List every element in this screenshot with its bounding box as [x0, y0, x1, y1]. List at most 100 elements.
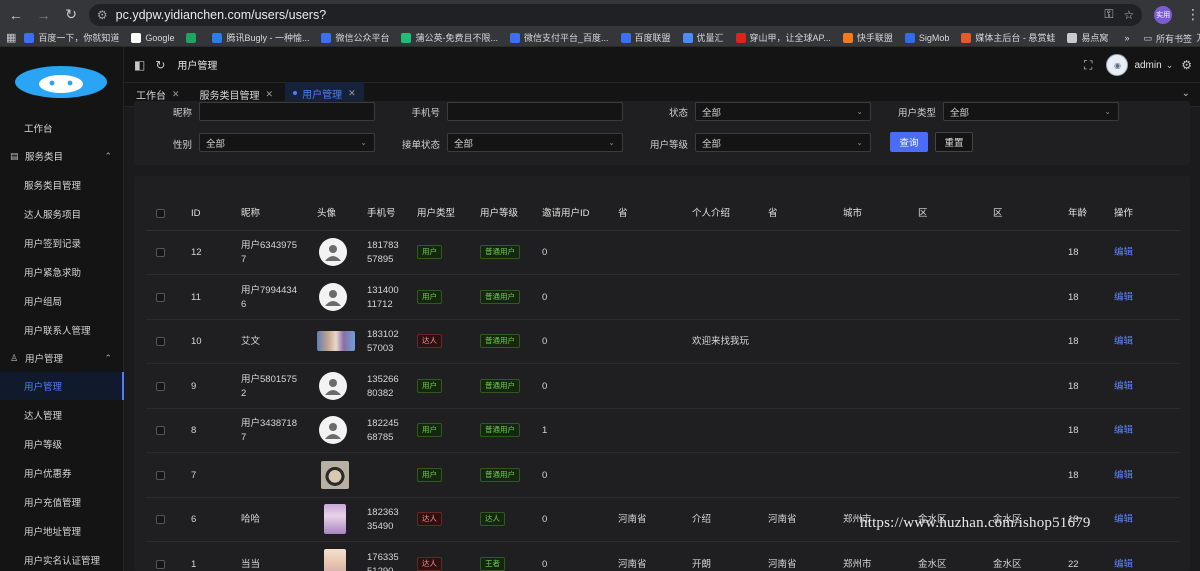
bookmark-item[interactable]: 腾讯Bugly - 一种愉... — [212, 31, 309, 44]
sidebar-item-11[interactable]: 用户等级 — [0, 430, 124, 458]
bookmark-favicon-icon — [904, 32, 915, 43]
fullscreen-icon[interactable]: ⛶ — [1084, 58, 1092, 73]
address-bar[interactable]: ⚙ pc.ydpw.yidianchen.com/users/users? ⚿ … — [88, 3, 1143, 26]
column-header: 区 — [918, 208, 928, 219]
cell-invite-id: 0 — [542, 514, 548, 525]
all-bookmarks-label[interactable]: 所有书签 — [1156, 32, 1192, 45]
back-icon[interactable]: ← — [4, 3, 28, 27]
row-checkbox[interactable] — [156, 292, 165, 302]
edit-link[interactable]: 编辑 — [1114, 424, 1133, 438]
cell-id: 9 — [191, 380, 197, 392]
bookmark-item[interactable]: 快手联盟 — [842, 31, 893, 44]
close-icon[interactable]: ✕ — [266, 89, 274, 100]
close-icon[interactable]: ✕ — [348, 88, 356, 99]
chevron-down-icon[interactable]: ⌄ — [1166, 60, 1174, 71]
key-icon[interactable]: ⚿ — [1104, 7, 1113, 22]
collapse-sidebar-icon[interactable]: ◧ — [134, 58, 145, 72]
bookmark-favicon-icon — [620, 32, 631, 43]
star-icon[interactable]: ☆ — [1124, 8, 1135, 22]
url-text[interactable]: pc.ydpw.yidianchen.com/users/users? — [116, 8, 1095, 22]
bookmark-item[interactable]: 微信公众平台 — [321, 31, 389, 44]
sidebar-item-6[interactable]: 用户组局 — [0, 287, 124, 315]
cell-phone: 131400 — [367, 284, 399, 296]
cell-id: 8 — [191, 425, 197, 436]
user-level-select[interactable]: 全部 ⌄ — [695, 133, 871, 152]
cell-invite-id: 0 — [542, 380, 548, 392]
reload-icon[interactable]: ↻ — [59, 3, 83, 27]
sidebar-item-7[interactable]: 用户联系人管理 — [0, 316, 124, 344]
chevron-down-icon: ⌄ — [856, 107, 863, 116]
bookmarks-right: » ▭ 所有书签 — [1116, 29, 1192, 46]
sidebar-item-2[interactable]: 服务类目管理 — [0, 171, 124, 199]
bookmark-item[interactable]: 百度联盟 — [620, 31, 671, 44]
sidebar-item-3[interactable]: 达人服务项目 — [0, 200, 124, 228]
accept-status-value: 全部 — [454, 138, 474, 150]
avatar[interactable]: ◉ — [1106, 54, 1129, 76]
edit-link[interactable]: 编辑 — [1114, 380, 1133, 394]
profile-avatar[interactable]: 实用 — [1154, 5, 1173, 24]
cell-phone-cont: 80382 — [367, 387, 394, 399]
reset-button[interactable]: 重置 — [935, 132, 973, 152]
sidebar-item-10[interactable]: 达人管理 — [0, 401, 124, 429]
forward-icon[interactable]: → — [32, 3, 56, 27]
column-header: 用户类型 — [417, 208, 456, 219]
edit-link[interactable]: 编辑 — [1114, 558, 1133, 571]
sidebar-item-9[interactable]: 用户管理 — [0, 372, 124, 400]
apps-icon[interactable]: ▦ — [6, 31, 16, 44]
cell-id: 12 — [191, 247, 202, 258]
sidebar-item-0[interactable]: 工作台 — [0, 114, 124, 142]
row-checkbox[interactable] — [156, 470, 165, 480]
gender-select[interactable]: 全部 ⌄ — [199, 133, 375, 152]
sidebar-item-4[interactable]: 用户签到记录 — [0, 229, 124, 257]
query-button[interactable]: 查询 — [890, 132, 928, 152]
status-select[interactable]: 全部 ⌄ — [695, 102, 871, 121]
chevron-down-icon: ⌄ — [360, 138, 367, 147]
sidebar-item-5[interactable]: 用户紧急求助 — [0, 258, 124, 286]
row-checkbox[interactable] — [156, 559, 165, 569]
sidebar-item-13[interactable]: 用户充值管理 — [0, 488, 124, 516]
user-level-badge: 普通用户 — [480, 467, 520, 482]
sidebar-item-12[interactable]: 用户优惠券 — [0, 459, 124, 487]
bookmark-item[interactable]: 蒲公英-免费且不限... — [401, 31, 498, 44]
bookmark-item[interactable] — [186, 32, 200, 43]
cell-invite-id: 0 — [542, 469, 548, 481]
edit-link[interactable]: 编辑 — [1114, 291, 1133, 305]
phone-label: 手机号 — [411, 108, 440, 119]
bookmark-item[interactable]: SigMob — [904, 32, 949, 43]
sidebar-item-14[interactable]: 用户地址管理 — [0, 517, 124, 545]
settings-gear-icon[interactable]: ⚙ — [1181, 58, 1192, 72]
bookmark-item[interactable]: 媒体主后台 - 悬赏蛙 — [961, 31, 1055, 44]
edit-link[interactable]: 编辑 — [1114, 335, 1133, 349]
row-checkbox[interactable] — [156, 426, 165, 435]
more-menu-icon[interactable]: ⋮ — [1186, 6, 1200, 23]
user-type-select[interactable]: 全部 ⌄ — [943, 102, 1119, 121]
edit-link[interactable]: 编辑 — [1114, 469, 1133, 483]
bookmark-item[interactable]: 微信支付平台_百度... — [509, 31, 609, 44]
close-icon[interactable]: ✕ — [172, 89, 180, 100]
edit-link[interactable]: 编辑 — [1114, 246, 1133, 260]
refresh-icon[interactable]: ↻ — [155, 58, 165, 72]
bookmark-item[interactable]: 百度一下，你就知道 — [24, 31, 119, 44]
nickname-input[interactable] — [199, 102, 375, 121]
phone-input[interactable] — [447, 102, 623, 121]
bookmark-item[interactable]: 穿山甲，让全球AP... — [735, 31, 831, 44]
bookmark-item[interactable]: Google — [131, 32, 174, 43]
accept-status-select[interactable]: 全部 ⌄ — [447, 133, 623, 152]
bookmark-item[interactable]: 易点窝 — [1067, 31, 1108, 44]
sidebar-group-8[interactable]: ♙ 用户管理 ⌃ — [0, 344, 124, 372]
site-info-icon[interactable]: ⚙ — [97, 8, 108, 22]
row-checkbox[interactable] — [156, 515, 165, 524]
bookmarks-overflow-icon[interactable]: » — [1124, 33, 1129, 43]
row-checkbox[interactable] — [156, 337, 165, 346]
sidebar-group-1[interactable]: ▤ 服务类目 ⌃ — [0, 142, 124, 170]
user-avatar-icon — [319, 416, 347, 444]
tabs-more-icon[interactable]: ⌄ — [1182, 88, 1190, 99]
sidebar-item-label: 用户地址管理 — [24, 527, 82, 538]
select-all-checkbox[interactable] — [156, 209, 165, 218]
row-checkbox[interactable] — [156, 381, 165, 391]
username[interactable]: admin — [1134, 60, 1161, 71]
sidebar-item-15[interactable]: 用户实名认证管理 — [0, 546, 124, 571]
edit-link[interactable]: 编辑 — [1114, 513, 1133, 527]
row-checkbox[interactable] — [156, 248, 165, 257]
bookmark-item[interactable]: 优量汇 — [682, 31, 724, 44]
